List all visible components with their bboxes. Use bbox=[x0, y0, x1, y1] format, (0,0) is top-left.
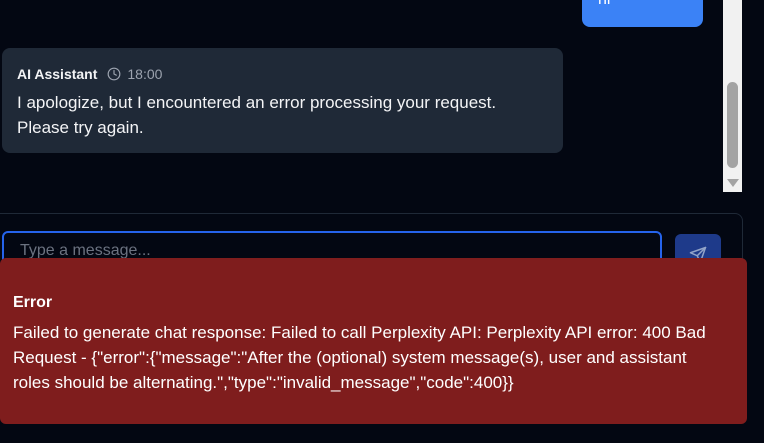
message-timestamp: 18:00 bbox=[127, 66, 163, 82]
chat-scrollbar[interactable] bbox=[723, 0, 742, 192]
error-title: Error bbox=[13, 294, 53, 311]
clock-icon bbox=[107, 67, 121, 81]
assistant-message-bubble: AI Assistant 18:00 I apologize, but I en… bbox=[2, 48, 563, 153]
assistant-message-header: AI Assistant 18:00 bbox=[17, 66, 162, 82]
error-message: Failed to generate chat response: Failed… bbox=[13, 323, 706, 392]
user-message-bubble: hi bbox=[582, 0, 703, 27]
assistant-message-text: I apologize, but I encountered an error … bbox=[17, 93, 497, 137]
scroll-down-arrow-icon[interactable] bbox=[727, 179, 739, 187]
chat-page: hi AI Assistant 18:00 I apologize, but I… bbox=[0, 0, 764, 443]
assistant-name: AI Assistant bbox=[17, 66, 98, 82]
user-message-text: hi bbox=[598, 0, 610, 9]
error-toast: Error Failed to generate chat response: … bbox=[0, 258, 747, 424]
scrollbar-thumb[interactable] bbox=[727, 82, 738, 168]
